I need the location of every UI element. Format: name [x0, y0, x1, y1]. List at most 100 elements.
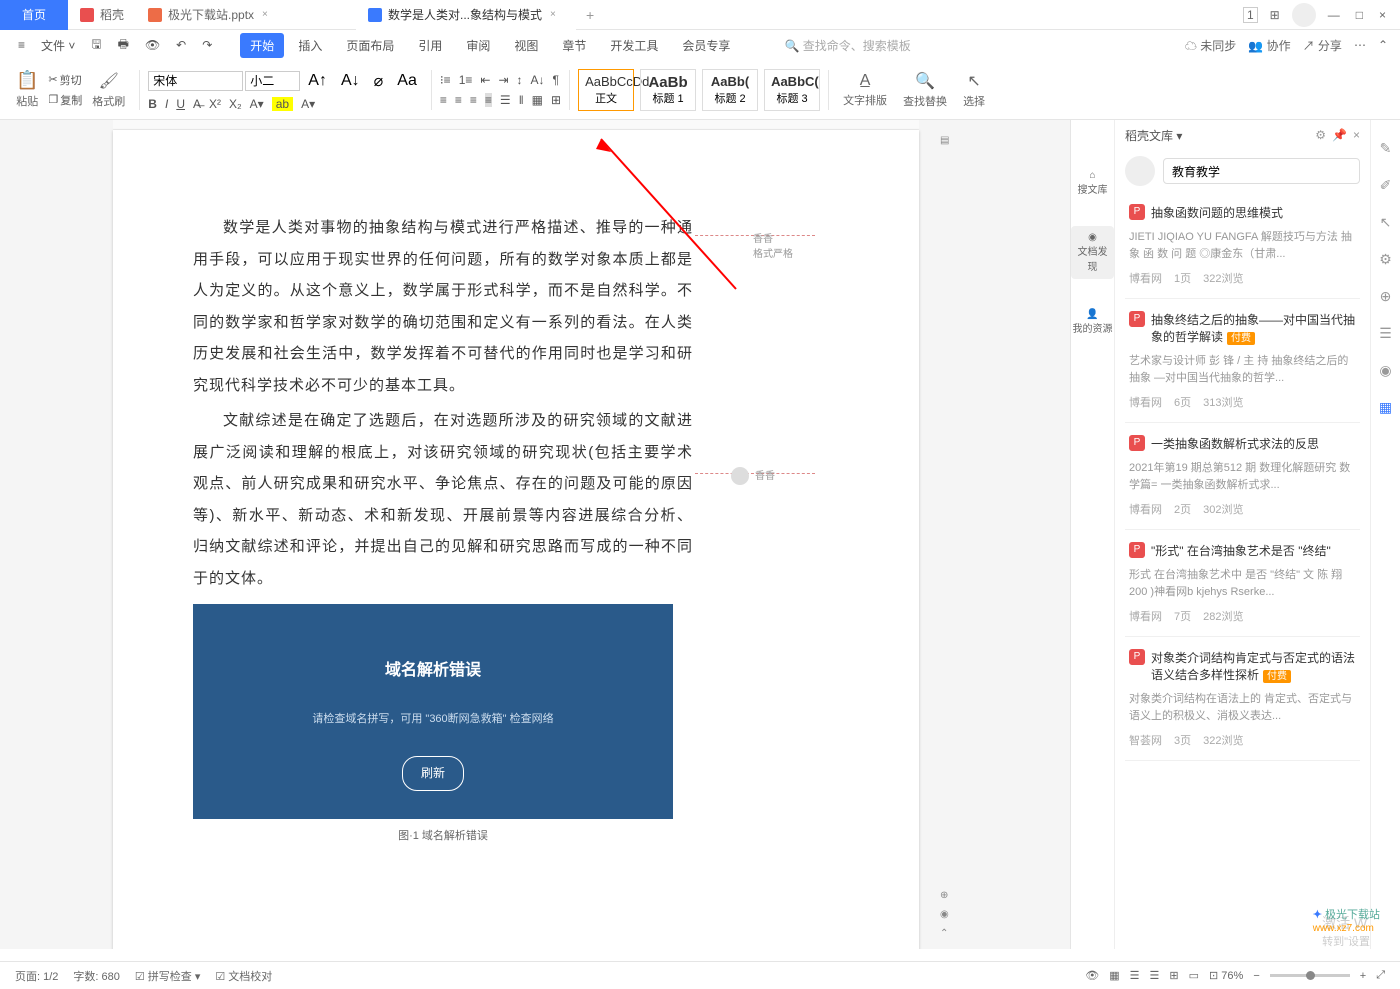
menu-insert[interactable]: 插入	[288, 33, 332, 58]
minimize-button[interactable]: —	[1324, 4, 1344, 26]
result-card[interactable]: P一类抽象函数解析式求法的反思2021年第19 期总第512 期 数理化解题研究…	[1125, 423, 1360, 530]
underline-button[interactable]: U	[176, 97, 185, 111]
align-justify-icon[interactable]: ≡	[485, 93, 492, 107]
format-painter[interactable]: 格式刷	[92, 93, 125, 109]
close-icon[interactable]: ×	[550, 9, 556, 20]
select-button[interactable]: 选择	[963, 93, 985, 109]
proofread[interactable]: ☑ 文档校对	[215, 968, 272, 984]
up-icon[interactable]: ⌃	[940, 928, 956, 939]
close-button[interactable]: ×	[1375, 4, 1390, 26]
zoom-in-button[interactable]: +	[1360, 970, 1366, 982]
tab-home[interactable]: 首页	[0, 0, 68, 30]
spell-check[interactable]: ☑ 拼写检查 ▾	[135, 968, 201, 984]
tool-icon[interactable]: ⚙	[1379, 251, 1392, 268]
tool-icon[interactable]: ◉	[1379, 362, 1391, 379]
refresh-button[interactable]: 刷新	[402, 756, 464, 791]
chevron-up-icon[interactable]: ⌃	[1378, 38, 1388, 52]
style-h1[interactable]: AaBb标题 1	[640, 69, 696, 111]
tab-daoke[interactable]: 稻壳	[68, 0, 136, 30]
menu-review[interactable]: 审阅	[456, 33, 500, 58]
eye-icon[interactable]: 👁	[1085, 969, 1099, 982]
coop-button[interactable]: 👥 协作	[1248, 37, 1290, 54]
print-icon[interactable]: 🖶	[112, 33, 135, 58]
command-search[interactable]: 🔍 查找命令、搜索模板	[784, 37, 910, 54]
clear-format-icon[interactable]: ⌀	[368, 69, 390, 93]
undo-icon[interactable]: ↶	[170, 36, 192, 54]
menu-reference[interactable]: 引用	[408, 33, 452, 58]
result-card[interactable]: P抽象函数问题的思维模式JIETI JIQIAO YU FANGFA 解题技巧与…	[1125, 192, 1360, 299]
user-avatar[interactable]	[1125, 156, 1155, 186]
mode-icon[interactable]: ▦	[1109, 969, 1119, 982]
library-search-input[interactable]	[1163, 158, 1360, 184]
numbering-icon[interactable]: 1≡	[459, 73, 473, 87]
tool-icon[interactable]: ☰	[1379, 325, 1392, 342]
badge-icon[interactable]: 1	[1243, 7, 1258, 23]
maximize-button[interactable]: □	[1352, 4, 1367, 26]
indent-dec-icon[interactable]: ⇤	[480, 73, 490, 87]
nav-mine[interactable]: 👤我的资源	[1073, 309, 1113, 335]
font-effects-button[interactable]: A▾	[301, 97, 315, 111]
hamburger-icon[interactable]: ≡	[12, 36, 31, 54]
font-name-select[interactable]	[148, 71, 243, 91]
style-h3[interactable]: AaBbC(标题 3	[764, 69, 820, 111]
style-h2[interactable]: AaBb(标题 2	[702, 69, 758, 111]
zoom-slider[interactable]	[1270, 974, 1350, 977]
layout-icon[interactable]: ⊞	[1169, 969, 1178, 982]
sync-status[interactable]: ☁ 未同步	[1185, 37, 1236, 54]
tab-pptx[interactable]: 极光下载站.pptx×	[136, 0, 356, 30]
shading-icon[interactable]: ▦	[532, 93, 543, 107]
more-icon[interactable]: ⋯	[1354, 38, 1366, 52]
tool-icon[interactable]: ⊕	[1380, 288, 1392, 305]
result-card[interactable]: P"形式" 在台湾抽象艺术是否 "终结"形式 在台湾抽象艺术中 是否 "终结" …	[1125, 530, 1360, 637]
strike-button[interactable]: A̶	[193, 97, 201, 111]
tool-icon[interactable]: ✐	[1380, 177, 1392, 194]
menu-view[interactable]: 视图	[504, 33, 548, 58]
document-canvas[interactable]: 数学是人类对事物的抽象结构与模式进行严格描述、推导的一种通用手段，可以应用于现实…	[0, 120, 1070, 949]
comment-2[interactable]: 香香	[755, 467, 775, 482]
tool-icon[interactable]: ✎	[1380, 140, 1392, 157]
comment-icon[interactable]: ⊕	[940, 890, 956, 901]
menu-vip[interactable]: 会员专享	[672, 33, 740, 58]
style-gallery[interactable]: AaBbCcDd正文 AaBb标题 1 AaBb(标题 2 AaBbC(标题 3	[578, 69, 820, 111]
redo-icon[interactable]: ↷	[196, 36, 218, 54]
fit-icon[interactable]: ⤢	[1376, 969, 1385, 982]
grid-icon[interactable]: ⊞	[1266, 4, 1284, 26]
result-card[interactable]: P抽象终结之后的抽象——对中国当代抽象的哲学解读付费艺术家与设计师 彭 锋 / …	[1125, 299, 1360, 423]
close-icon[interactable]: ×	[262, 9, 268, 20]
style-normal[interactable]: AaBbCcDd正文	[578, 69, 634, 111]
mode-icon[interactable]: ☰	[1150, 969, 1160, 982]
italic-button[interactable]: I	[165, 97, 168, 111]
font-size-select[interactable]	[245, 71, 300, 91]
menu-section[interactable]: 章节	[552, 33, 596, 58]
save-icon[interactable]: 🖫	[85, 33, 107, 58]
align-right-icon[interactable]: ≡	[470, 93, 477, 107]
indent-inc-icon[interactable]: ⇥	[498, 73, 508, 87]
down-icon[interactable]: ⌄	[940, 947, 956, 949]
shrink-font-icon[interactable]: A↓	[335, 70, 366, 92]
highlight-button[interactable]: ab	[272, 97, 293, 111]
line-spacing-icon[interactable]: ↕	[517, 73, 523, 87]
bold-button[interactable]: B	[148, 97, 157, 111]
sort-icon[interactable]: A↓	[531, 73, 545, 87]
menu-start[interactable]: 开始	[240, 33, 284, 58]
page-nav-icon[interactable]: ◉	[940, 909, 956, 920]
preview-icon[interactable]: 👁	[139, 36, 166, 54]
borders-icon[interactable]: ⊞	[551, 93, 561, 107]
nav-discover[interactable]: ◉文档发现	[1071, 226, 1114, 279]
comment-1[interactable]: 香香格式严格	[753, 230, 793, 260]
grow-font-icon[interactable]: A↑	[302, 70, 333, 92]
file-menu[interactable]: 文件 ˅	[35, 35, 81, 56]
cut-button[interactable]: ✂ 剪切	[48, 72, 82, 88]
pin-icon[interactable]: 📌	[1332, 128, 1347, 142]
zoom-level[interactable]: ⊡ 76%	[1209, 969, 1243, 982]
mode-icon[interactable]: ☰	[1130, 969, 1140, 982]
page-indicator[interactable]: 页面: 1/2	[15, 968, 58, 984]
show-marks-icon[interactable]: ¶	[553, 73, 559, 87]
panel-close-icon[interactable]: ×	[1353, 128, 1360, 142]
comment-avatar-icon[interactable]	[731, 467, 749, 485]
read-icon[interactable]: ▭	[1189, 969, 1199, 982]
avatar[interactable]	[1292, 3, 1316, 27]
tab-doc-active[interactable]: 数学是人类对...象结构与模式×	[356, 0, 576, 30]
paste-button[interactable]: 粘贴	[16, 93, 38, 109]
align-left-icon[interactable]: ≡	[440, 93, 447, 107]
